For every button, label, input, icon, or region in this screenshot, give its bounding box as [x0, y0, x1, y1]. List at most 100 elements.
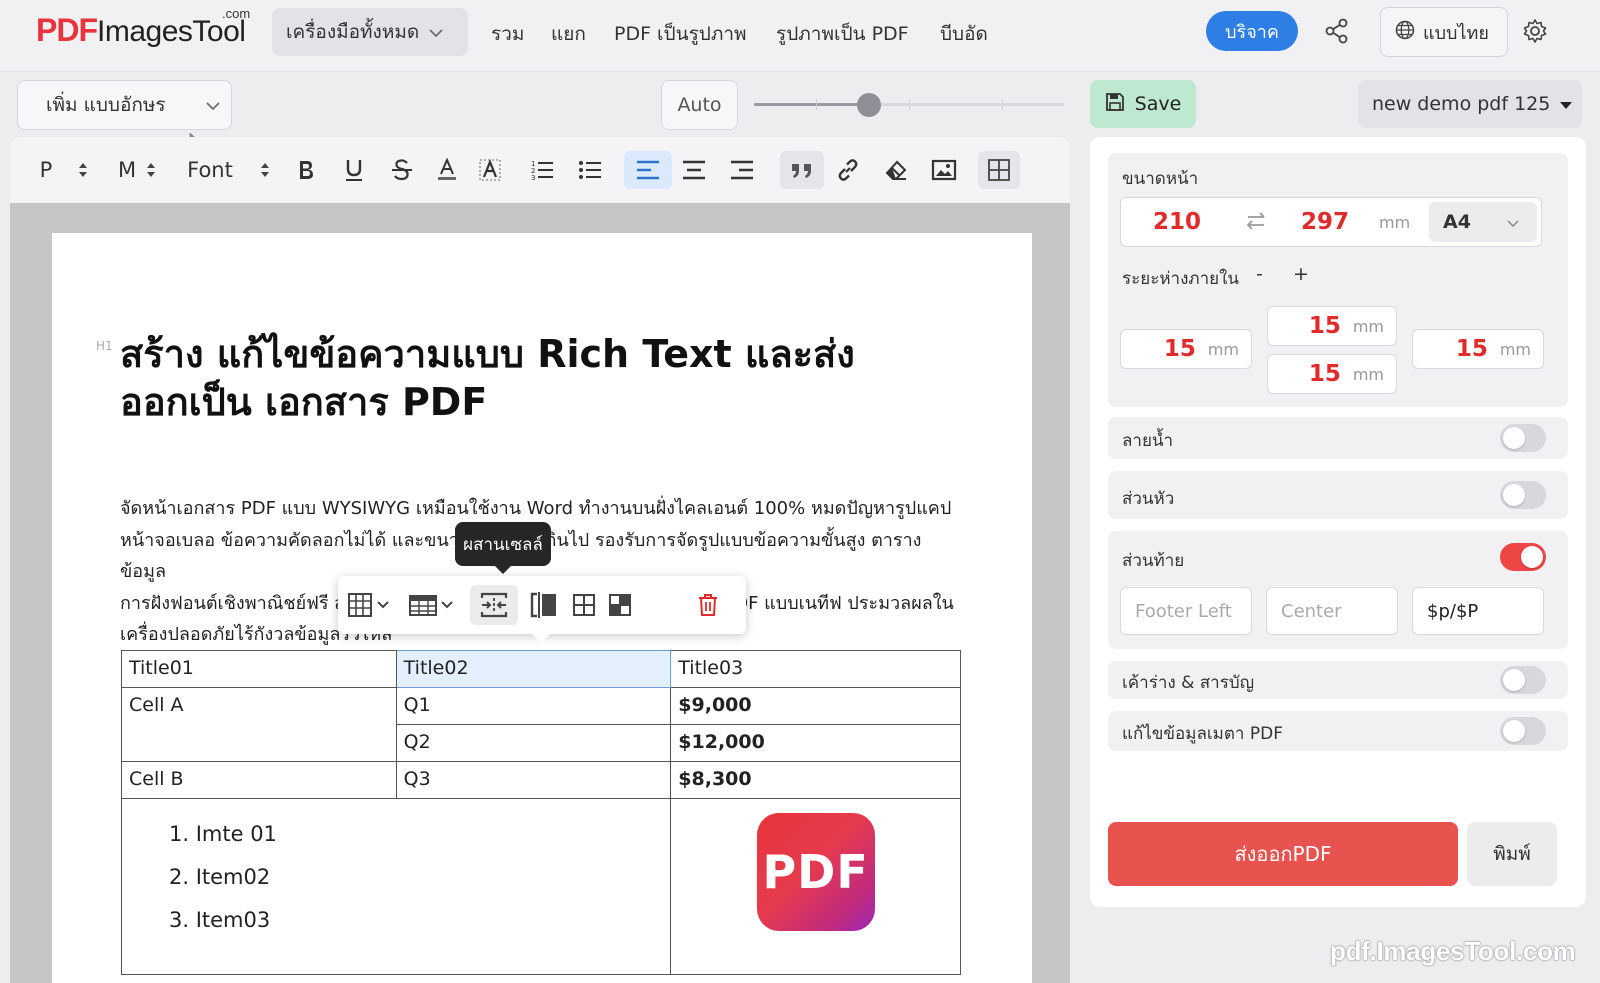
- align-right-icon[interactable]: [726, 151, 758, 189]
- table-cell[interactable]: Q2: [395, 724, 672, 762]
- table-grid-icon[interactable]: [566, 585, 602, 625]
- footer-left-input[interactable]: Footer Left: [1120, 587, 1252, 635]
- page-width-input[interactable]: 210: [1153, 209, 1201, 235]
- underline-icon[interactable]: [338, 151, 370, 189]
- bold-icon[interactable]: [290, 151, 322, 189]
- table-insert-dropdown-icon[interactable]: [344, 585, 396, 625]
- zoom-slider-tick: [909, 99, 910, 110]
- delete-table-icon[interactable]: [690, 585, 726, 625]
- text-highlight-icon[interactable]: [474, 151, 506, 189]
- merge-cells-icon[interactable]: [470, 585, 518, 625]
- table-cell[interactable]: Q1: [395, 687, 672, 725]
- align-left-icon[interactable]: [624, 151, 672, 189]
- watermark-toggle[interactable]: [1500, 424, 1546, 452]
- padding-decrease-button[interactable]: -: [1256, 263, 1263, 285]
- table-cell[interactable]: $8,300: [670, 761, 961, 799]
- toggle-knob: [1503, 427, 1525, 449]
- table-row: Cell B Q3 $8,300: [121, 761, 961, 799]
- save-button[interactable]: Save: [1090, 80, 1196, 128]
- add-font-select[interactable]: เพิ่ม แบบอักษร: [17, 80, 232, 130]
- watermark-section: ลายน้ำ: [1108, 417, 1568, 459]
- table-row-dropdown-icon[interactable]: [406, 585, 458, 625]
- outline-label: เค้าร่าง & สารบัญ: [1122, 673, 1255, 693]
- font-size-select[interactable]: M: [114, 151, 140, 189]
- blockquote-icon[interactable]: [780, 151, 824, 189]
- font-family-select[interactable]: Font: [182, 151, 238, 189]
- table-cell-image[interactable]: PDF: [670, 798, 961, 975]
- header-toggle[interactable]: [1500, 481, 1546, 509]
- footer-toggle[interactable]: [1500, 543, 1546, 571]
- eraser-icon[interactable]: [880, 151, 912, 189]
- padding-bottom-field[interactable]: 15 mm: [1267, 354, 1397, 394]
- logo[interactable]: PDFImagesTool .com: [36, 6, 250, 56]
- zoom-slider[interactable]: [754, 93, 1064, 117]
- nav-link-image-to-pdf[interactable]: รูปภาพเป็น PDF: [776, 19, 909, 49]
- table-cell[interactable]: Cell B: [121, 761, 397, 799]
- table-icon[interactable]: [978, 151, 1020, 189]
- format-toolbar: P M Font 123: [10, 137, 1070, 203]
- padding-right-field[interactable]: 15 mm: [1412, 329, 1544, 369]
- share-icon[interactable]: [1322, 16, 1352, 46]
- gear-icon[interactable]: [1520, 16, 1550, 46]
- zoom-auto-button[interactable]: Auto: [661, 80, 738, 130]
- print-button[interactable]: พิมพ์: [1467, 822, 1557, 886]
- list-item: 3. Item03: [169, 908, 271, 932]
- document-name-select[interactable]: new demo pdf 125: [1358, 80, 1582, 128]
- language-select[interactable]: แบบไทย: [1380, 7, 1508, 57]
- toggle-knob: [1503, 720, 1525, 742]
- sort-arrows-icon[interactable]: [142, 151, 160, 189]
- pdf-logo-image[interactable]: PDF: [756, 813, 875, 931]
- table-cell[interactable]: $9,000: [670, 687, 961, 725]
- ordered-list-icon[interactable]: 123: [526, 151, 558, 189]
- bullet-list-icon[interactable]: [574, 151, 606, 189]
- table-cell[interactable]: Cell A: [121, 687, 397, 762]
- table-cell[interactable]: Title01: [121, 650, 397, 688]
- list-item: 1. Imte 01: [169, 822, 277, 846]
- paragraph-style-select[interactable]: P: [32, 151, 60, 189]
- nav-link-pdf-to-image[interactable]: PDF เป็นรูปภาพ: [614, 19, 747, 49]
- zoom-slider-fill: [754, 103, 869, 106]
- image-icon[interactable]: [928, 151, 960, 189]
- page-height-input[interactable]: 297: [1301, 209, 1349, 235]
- nav-link-compress[interactable]: บีบอัด: [940, 19, 988, 49]
- table-cell-selected[interactable]: Title02: [395, 650, 672, 688]
- padding-increase-button[interactable]: +: [1293, 263, 1309, 285]
- text-color-icon[interactable]: [432, 151, 462, 189]
- table-cell[interactable]: Title03: [670, 650, 961, 688]
- outline-section: เค้าร่าง & สารบัญ: [1108, 661, 1568, 699]
- zoom-slider-thumb[interactable]: [856, 93, 881, 117]
- outline-toggle[interactable]: [1500, 666, 1546, 694]
- strikethrough-icon[interactable]: [386, 151, 418, 189]
- document-title[interactable]: สร้าง แก้ไขข้อความแบบ Rich Text และส่งออ…: [120, 330, 920, 426]
- table-cell[interactable]: $12,000: [670, 724, 961, 762]
- heading-level-tag: H1: [96, 339, 113, 353]
- page-size-section: ขนาดหน้า 210 297 mm A4 ระยะห่างภายใน - +…: [1108, 153, 1568, 407]
- document-table[interactable]: Title01 Title02 Title03 Cell A Q1 $9,000…: [120, 650, 961, 975]
- paper-size-select[interactable]: A4: [1429, 202, 1537, 242]
- sort-arrows-icon[interactable]: [72, 151, 94, 189]
- metadata-toggle[interactable]: [1500, 717, 1546, 745]
- padding-left-field[interactable]: 15 mm: [1120, 329, 1252, 369]
- sort-arrows-icon[interactable]: [256, 151, 274, 189]
- swap-dimensions-icon[interactable]: [1245, 210, 1267, 236]
- export-pdf-button[interactable]: ส่งออกPDF: [1108, 822, 1458, 886]
- footer-right-input[interactable]: $p/$P: [1412, 587, 1544, 635]
- table-cell-list[interactable]: 1. Imte 01 2. Item02 3. Item03: [120, 798, 672, 975]
- split-cell-icon[interactable]: [524, 585, 564, 625]
- footer-center-input[interactable]: Center: [1266, 587, 1398, 635]
- table-header-cell-icon[interactable]: [602, 585, 638, 625]
- padding-unit: mm: [1352, 364, 1384, 384]
- padding-top-field[interactable]: 15 mm: [1267, 306, 1397, 346]
- link-icon[interactable]: [832, 151, 864, 189]
- list-item: 2. Item02: [169, 865, 271, 889]
- chevron-down-icon: [429, 21, 443, 43]
- table-cell[interactable]: Q3: [395, 761, 672, 799]
- all-tools-menu[interactable]: เครื่องมือทั้งหมด: [272, 8, 468, 56]
- footer-section: ส่วนท้าย Footer Left Center $p/$P: [1108, 531, 1568, 649]
- nav-link-merge[interactable]: รวม: [491, 19, 524, 49]
- align-center-icon[interactable]: [678, 151, 710, 189]
- globe-icon: [1395, 20, 1415, 45]
- nav-link-split[interactable]: แยก: [551, 19, 586, 49]
- floppy-disk-icon: [1105, 92, 1125, 117]
- donate-button[interactable]: บริจาค: [1206, 11, 1298, 51]
